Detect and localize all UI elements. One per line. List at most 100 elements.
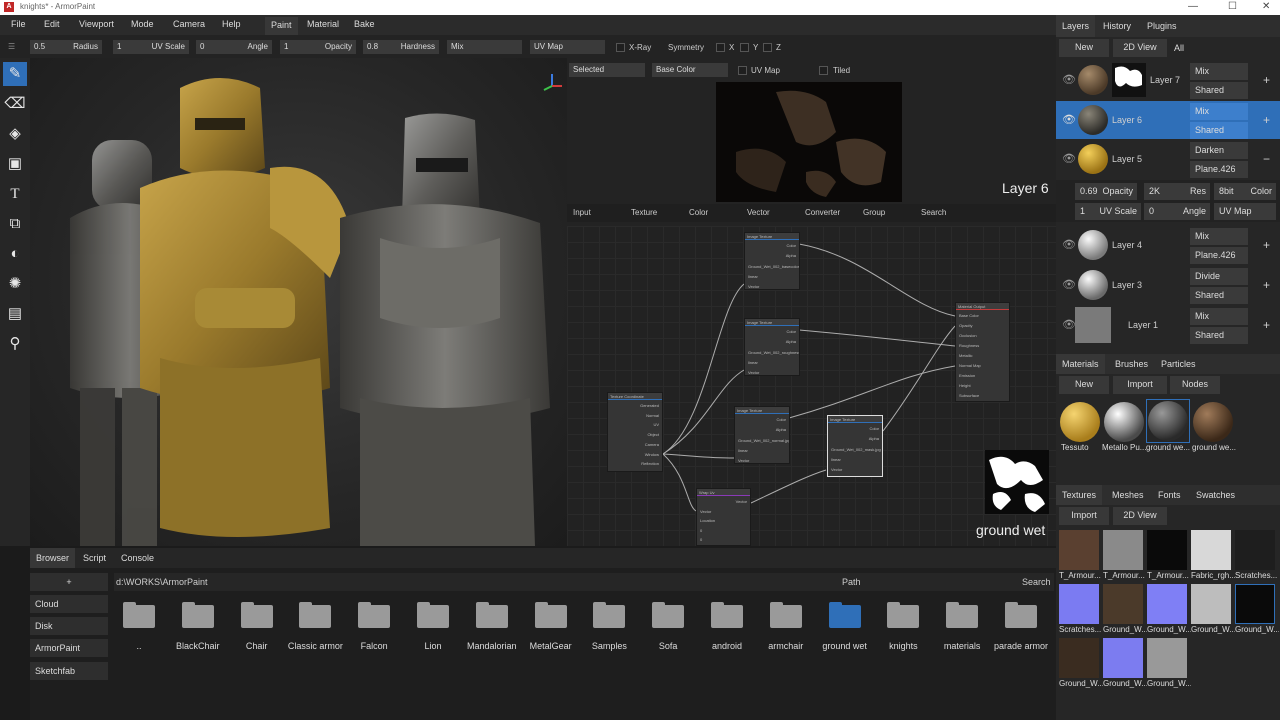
visibility-eye-icon[interactable]: 👁 [1062, 113, 1076, 126]
folder-icon-selected[interactable] [828, 602, 861, 628]
add-bookmark-button[interactable]: + [30, 573, 108, 591]
sym-z-checkbox[interactable] [763, 43, 772, 52]
new-material-button[interactable]: New [1059, 376, 1109, 394]
node-menu-converter[interactable]: Converter [805, 208, 840, 217]
texture-thumbnail[interactable] [1235, 530, 1275, 570]
layer-mode-dropdown[interactable]: Plane.426 [1190, 161, 1248, 178]
node-image-texture-4[interactable]: Image Texture Color Alpha Ground_Wet_002_… [827, 415, 883, 477]
texture-thumbnail[interactable] [1059, 584, 1099, 624]
layer-angle-field[interactable]: 0 Angle [1144, 203, 1210, 220]
layer-row[interactable]: 👁 Layer 3 Divide Shared + [1056, 266, 1280, 304]
layer-blend-dropdown[interactable]: Mix [1190, 63, 1248, 80]
layer-row[interactable]: 👁 Layer 5 Darken Plane.426 − [1056, 140, 1280, 178]
layer-res-dropdown[interactable]: 2K Res [1144, 183, 1210, 200]
folder-icon[interactable] [946, 602, 979, 628]
layer-uvscale-field[interactable]: 1 UV Scale [1075, 203, 1141, 220]
maximize-icon[interactable]: ☐ [1228, 1, 1237, 12]
node-texture-coordinate[interactable]: Texture Coordinate Generated Normal UV O… [607, 392, 663, 472]
visibility-eye-icon[interactable]: 👁 [1062, 278, 1076, 291]
minimize-icon[interactable]: — [1188, 1, 1198, 12]
folder-icon[interactable] [711, 602, 743, 628]
texture-thumbnail[interactable] [1103, 584, 1143, 624]
material-thumbnail[interactable] [1104, 402, 1144, 442]
tab-history[interactable]: History [1103, 21, 1131, 31]
texture-thumbnail[interactable] [1103, 638, 1143, 678]
node-menu-vector[interactable]: Vector [747, 208, 770, 217]
folder-icon[interactable] [417, 602, 449, 628]
bookmark-cloud[interactable]: Cloud [30, 595, 108, 613]
layer-blend-dropdown[interactable]: Mix [1190, 308, 1248, 325]
tab-brushes[interactable]: Brushes [1115, 359, 1148, 369]
2d-view-button[interactable]: 2D View [1113, 39, 1167, 57]
tab-meshes[interactable]: Meshes [1112, 490, 1144, 500]
tab-material[interactable]: Material [307, 19, 339, 29]
layer-add-button[interactable]: + [1263, 318, 1270, 332]
texture-thumbnail[interactable] [1059, 638, 1099, 678]
tab-swatches[interactable]: Swatches [1196, 490, 1235, 500]
selected-dropdown[interactable]: Selected [569, 63, 645, 77]
new-layer-button[interactable]: New [1059, 39, 1109, 57]
3d-viewport[interactable] [30, 58, 567, 546]
folder-icon[interactable] [534, 602, 567, 628]
layer-mode-dropdown[interactable]: Shared [1190, 327, 1248, 344]
blend-mode-dropdown[interactable]: Mix [447, 40, 522, 54]
texture-thumbnail[interactable] [1191, 584, 1231, 624]
path-bar[interactable]: d:\WORKS\ArmorPaint Path Search [114, 573, 1054, 591]
tab-fonts[interactable]: Fonts [1158, 490, 1181, 500]
texture-thumbnail[interactable] [1235, 584, 1275, 624]
layer-row-selected[interactable]: 👁 Layer 6 Mix Shared + [1056, 101, 1280, 139]
layer-filter-all[interactable]: All [1174, 43, 1184, 53]
folder-icon[interactable] [1005, 602, 1037, 628]
layer-blend-dropdown[interactable]: Mix [1190, 103, 1248, 120]
radius-field[interactable]: 0.5 Radius [30, 40, 102, 54]
texture-thumbnail[interactable] [1191, 530, 1231, 570]
layer-mode-dropdown[interactable]: Shared [1190, 82, 1248, 99]
tab-particles[interactable]: Particles [1161, 359, 1196, 369]
sym-y-checkbox[interactable] [740, 43, 749, 52]
channel-dropdown[interactable]: Base Color [652, 63, 728, 77]
tab-browser[interactable]: Browser [30, 548, 76, 568]
browser-search[interactable]: Search [1022, 577, 1051, 587]
visibility-eye-icon[interactable]: 👁 [1062, 152, 1076, 165]
tab-textures[interactable]: Textures [1056, 485, 1103, 505]
folder-icon[interactable] [652, 602, 685, 628]
visibility-eye-icon[interactable]: 👁 [1062, 318, 1076, 331]
picker-tool-icon[interactable]: ⚲ [3, 332, 27, 356]
folder-icon[interactable] [299, 602, 332, 628]
brush-tool-icon[interactable]: ✎ [3, 62, 27, 86]
node-menu-search[interactable]: Search [921, 208, 946, 217]
bake-tool-icon[interactable]: ▤ [3, 302, 27, 326]
uvscale-field[interactable]: 1 UV Scale [113, 40, 189, 54]
node-menu-input[interactable]: Input [573, 208, 591, 217]
bookmark-sketchfab[interactable]: Sketchfab [30, 662, 108, 680]
node-canvas[interactable]: Texture Coordinate Generated Normal UV O… [567, 226, 1056, 546]
layer-mode-dropdown[interactable]: Plane.426 [1190, 247, 1248, 264]
tab-console[interactable]: Console [121, 553, 154, 563]
layer-row[interactable]: 👁 Layer 7 Mix Shared + [1056, 61, 1280, 99]
visibility-eye-icon[interactable]: 👁 [1062, 238, 1076, 251]
node-menu-group[interactable]: Group [863, 208, 885, 217]
uvmap-dropdown[interactable]: UV Map [530, 40, 605, 54]
layer-add-button[interactable]: + [1263, 73, 1270, 87]
node-material-output[interactable]: Material Output Base Color Opacity Occlu… [955, 302, 1010, 402]
decal-tool-icon[interactable]: ▣ [3, 152, 27, 176]
fill-tool-icon[interactable]: ◈ [3, 122, 27, 146]
texture-thumbnail[interactable] [1147, 530, 1187, 570]
layer-uvmap-dropdown[interactable]: UV Map [1214, 203, 1276, 220]
layer-add-button[interactable]: + [1263, 238, 1270, 252]
menu-camera[interactable]: Camera [173, 19, 205, 29]
layer-blend-dropdown[interactable]: Darken [1190, 142, 1248, 159]
layer-add-button[interactable]: + [1263, 278, 1270, 292]
folder-icon[interactable] [123, 602, 155, 628]
layer-row[interactable]: 👁 Layer 4 Mix Plane.426 + [1056, 226, 1280, 264]
layer-mode-dropdown[interactable]: Shared [1190, 287, 1248, 304]
bookmark-armorpaint[interactable]: ArmorPaint [30, 639, 108, 657]
visibility-eye-icon[interactable]: 👁 [1062, 73, 1076, 86]
layer-collapse-button[interactable]: − [1263, 152, 1270, 166]
tab-materials[interactable]: Materials [1056, 354, 1105, 374]
eraser-tool-icon[interactable]: ⌫ [3, 92, 27, 116]
folder-icon[interactable] [475, 602, 508, 628]
tab-plugins[interactable]: Plugins [1147, 21, 1177, 31]
close-icon[interactable]: ✕ [1262, 1, 1270, 12]
node-menu-texture[interactable]: Texture [631, 208, 657, 217]
